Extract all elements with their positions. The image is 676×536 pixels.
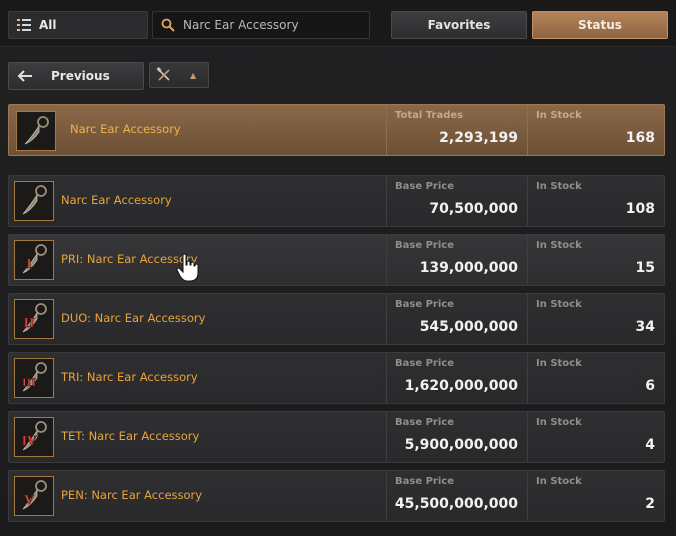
in-stock-value: 2 bbox=[645, 496, 655, 512]
in-stock-value: 34 bbox=[635, 319, 655, 335]
in-stock-cell: In Stock 4 bbox=[527, 412, 665, 462]
in-stock-label: In Stock bbox=[536, 417, 582, 428]
item-thumbnail: V bbox=[14, 476, 54, 516]
earring-icon: IV bbox=[21, 421, 47, 451]
list-icon bbox=[17, 19, 31, 31]
earring-icon: V bbox=[22, 480, 47, 510]
earring-icon: I bbox=[22, 244, 47, 274]
total-trades-label: Total Trades bbox=[395, 110, 464, 121]
filter-button[interactable]: ▲ bbox=[149, 62, 209, 88]
earring-icon bbox=[22, 185, 47, 215]
marketplace-panel: All Favorites Status Previous ▲ bbox=[0, 0, 676, 536]
previous-button[interactable]: Previous bbox=[8, 62, 144, 90]
total-trades-cell: Total Trades 2,293,199 bbox=[386, 105, 528, 155]
in-stock-cell: In Stock 2 bbox=[527, 471, 665, 521]
base-price-value: 139,000,000 bbox=[419, 260, 518, 276]
base-price-cell: Base Price 1,620,000,000 bbox=[386, 353, 528, 403]
item-thumbnail: IV bbox=[14, 417, 54, 457]
in-stock-label: In Stock bbox=[536, 299, 582, 310]
base-price-value: 45,500,000,000 bbox=[394, 496, 518, 512]
item-row[interactable]: V PEN: Narc Ear Accessory Base Price 45,… bbox=[8, 470, 665, 522]
in-stock-value: 108 bbox=[625, 201, 655, 217]
item-thumbnail: II bbox=[14, 299, 54, 339]
in-stock-label: In Stock bbox=[536, 358, 582, 369]
in-stock-label: In Stock bbox=[536, 181, 582, 192]
search-box[interactable] bbox=[152, 11, 370, 39]
base-price-label: Base Price bbox=[395, 476, 454, 487]
favorites-button[interactable]: Favorites bbox=[391, 11, 527, 39]
item-row[interactable]: II DUO: Narc Ear Accessory Base Price 54… bbox=[8, 293, 665, 345]
item-thumbnail: III bbox=[14, 358, 54, 398]
total-trades-value: 2,293,199 bbox=[439, 130, 518, 146]
item-name: Narc Ear Accessory bbox=[70, 122, 181, 136]
item-thumbnail bbox=[16, 111, 56, 151]
enhancement-level: IV bbox=[22, 434, 38, 448]
base-price-label: Base Price bbox=[395, 240, 454, 251]
in-stock-cell: In Stock 6 bbox=[527, 353, 665, 403]
item-row[interactable]: IV TET: Narc Ear Accessory Base Price 5,… bbox=[8, 411, 665, 463]
in-stock-cell: In Stock 108 bbox=[527, 176, 665, 226]
item-row[interactable]: I PRI: Narc Ear Accessory Base Price 139… bbox=[8, 234, 665, 286]
item-row[interactable]: III TRI: Narc Ear Accessory Base Price 1… bbox=[8, 352, 665, 404]
in-stock-value: 4 bbox=[645, 437, 655, 453]
base-price-value: 1,620,000,000 bbox=[404, 378, 518, 394]
base-price-cell: Base Price 70,500,000 bbox=[386, 176, 528, 226]
earring-icon bbox=[24, 116, 49, 145]
crossed-tools-icon bbox=[156, 67, 170, 81]
caret-up-icon: ▲ bbox=[190, 70, 197, 80]
in-stock-value: 15 bbox=[635, 260, 655, 276]
base-price-label: Base Price bbox=[395, 358, 454, 369]
base-price-value: 545,000,000 bbox=[419, 319, 518, 335]
base-price-label: Base Price bbox=[395, 417, 454, 428]
item-thumbnail bbox=[14, 181, 54, 221]
item-name: Narc Ear Accessory bbox=[61, 193, 172, 207]
item-name: PEN: Narc Ear Accessory bbox=[61, 488, 203, 502]
in-stock-label: In Stock bbox=[536, 110, 582, 121]
base-price-label: Base Price bbox=[395, 299, 454, 310]
in-stock-label: In Stock bbox=[536, 476, 582, 487]
base-price-label: Base Price bbox=[395, 181, 454, 192]
status-button[interactable]: Status bbox=[532, 11, 668, 39]
base-price-value: 70,500,000 bbox=[429, 201, 518, 217]
hand-cursor-icon bbox=[176, 253, 199, 282]
enhancement-level: V bbox=[23, 493, 34, 507]
in-stock-value: 168 bbox=[625, 130, 655, 146]
item-row[interactable]: Narc Ear Accessory Base Price 70,500,000… bbox=[8, 175, 665, 227]
base-price-cell: Base Price 139,000,000 bbox=[386, 235, 528, 285]
arrow-left-icon bbox=[17, 70, 32, 82]
category-label: All bbox=[39, 18, 57, 32]
earring-icon: II bbox=[22, 303, 47, 333]
search-input[interactable] bbox=[181, 17, 365, 33]
item-name: TET: Narc Ear Accessory bbox=[61, 429, 200, 443]
earring-icon: III bbox=[22, 362, 47, 392]
summary-row[interactable]: Narc Ear Accessory Total Trades 2,293,19… bbox=[8, 104, 665, 156]
enhancement-level: I bbox=[26, 257, 32, 271]
item-name: TRI: Narc Ear Accessory bbox=[61, 370, 198, 384]
base-price-value: 5,900,000,000 bbox=[404, 437, 518, 453]
top-bar: All Favorites Status bbox=[0, 0, 676, 47]
search-icon bbox=[161, 18, 175, 32]
base-price-cell: Base Price 545,000,000 bbox=[386, 294, 528, 344]
item-name: DUO: Narc Ear Accessory bbox=[61, 311, 206, 325]
in-stock-value: 6 bbox=[645, 378, 655, 394]
in-stock-cell: In Stock 15 bbox=[527, 235, 665, 285]
in-stock-cell: In Stock 34 bbox=[527, 294, 665, 344]
base-price-cell: Base Price 5,900,000,000 bbox=[386, 412, 528, 462]
previous-label: Previous bbox=[51, 69, 110, 83]
item-thumbnail: I bbox=[14, 240, 54, 280]
in-stock-label: In Stock bbox=[536, 240, 582, 251]
category-select[interactable]: All bbox=[8, 11, 148, 39]
in-stock-cell: In Stock 168 bbox=[527, 105, 665, 155]
enhancement-level: II bbox=[23, 316, 35, 330]
base-price-cell: Base Price 45,500,000,000 bbox=[386, 471, 528, 521]
enhancement-level: III bbox=[22, 378, 36, 389]
